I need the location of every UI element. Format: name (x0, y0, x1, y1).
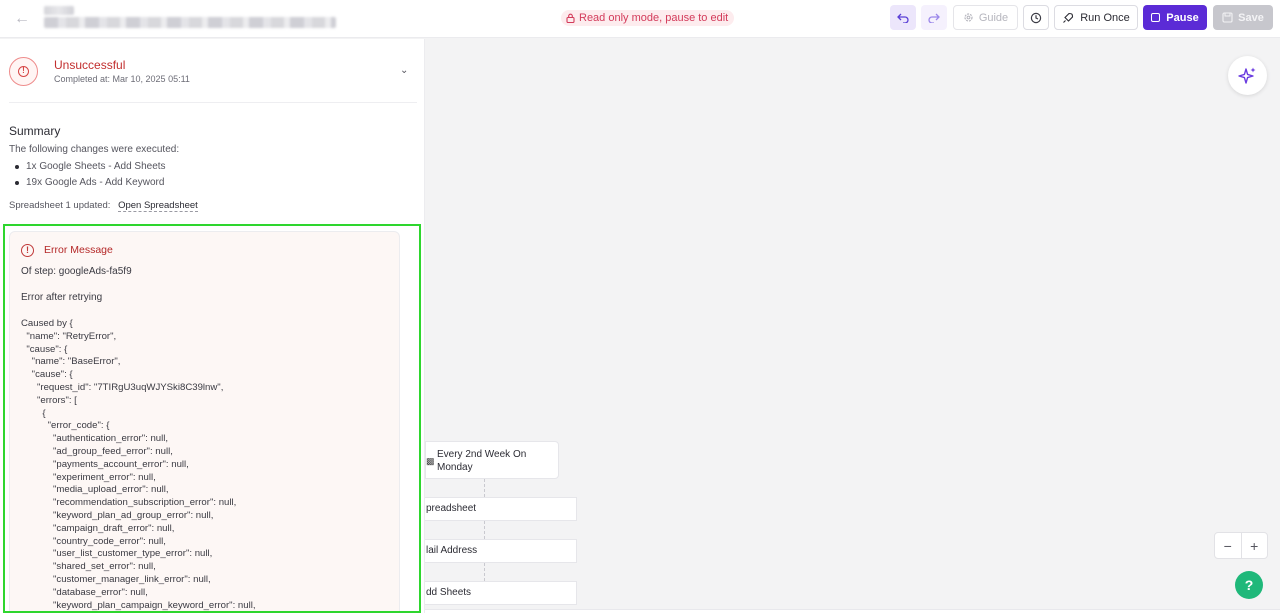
node-label: Every 2nd Week On Monday (437, 449, 527, 473)
undo-button[interactable] (890, 5, 916, 30)
workflow-node-trigger[interactable]: ▩ Every 2nd Week On Monday (425, 441, 559, 479)
spreadsheet-line: Spreadsheet 1 updated: Open Spreadsheet (9, 200, 198, 212)
summary-intro: The following changes were executed: (9, 144, 180, 155)
pause-button[interactable]: Pause (1143, 5, 1207, 30)
zoom-controls: − + (1214, 532, 1268, 559)
save-icon (1222, 12, 1233, 23)
alert-circle-icon: ! (18, 66, 29, 77)
summary-title: Summary (9, 124, 61, 138)
workflow-node[interactable]: preadsheet (425, 497, 577, 521)
alert-circle-icon: ! (21, 244, 34, 257)
guide-label: Guide (978, 11, 1009, 24)
status-icon: ! (9, 57, 38, 86)
run-once-button[interactable]: Run Once (1054, 5, 1138, 30)
ai-assistant-button[interactable] (1228, 56, 1267, 95)
chevron-down-icon[interactable]: ⌄ (400, 65, 408, 76)
gear-icon (964, 13, 973, 22)
blurred-breadcrumb (44, 6, 74, 15)
completed-at: Completed at: Mar 10, 2025 05:11 (54, 74, 190, 84)
divider (9, 102, 417, 103)
lock-icon (566, 13, 575, 23)
run-once-label: Run Once (1080, 11, 1130, 24)
save-button[interactable]: Save (1213, 5, 1273, 30)
status-title: Unsuccessful (54, 58, 126, 72)
sparkles-icon (1237, 67, 1255, 84)
redo-icon (928, 13, 940, 23)
readonly-label: Read only mode, pause to edit (579, 12, 729, 24)
calendar-icon: ▩ (426, 456, 435, 466)
zoom-out-button[interactable]: − (1215, 533, 1242, 558)
history-icon (1030, 12, 1042, 23)
top-bar: ← Read only mode, pause to edit Guide Ru… (0, 0, 1280, 38)
error-details: Caused by { "name": "RetryError", "cause… (21, 318, 256, 611)
workflow-node[interactable]: dd Sheets (425, 581, 577, 605)
error-step: Of step: googleAds-fa5f9 (21, 266, 132, 277)
connector (484, 521, 485, 539)
pause-label: Pause (1166, 11, 1199, 24)
rocket-icon (1063, 12, 1074, 23)
stop-icon (1151, 13, 1161, 22)
node-label: dd Sheets (426, 587, 472, 598)
error-message-box: ! Error Message Of step: googleAds-fa5f9… (9, 231, 400, 613)
list-item: 1x Google Sheets - Add Sheets (15, 159, 166, 175)
redo-button[interactable] (921, 5, 947, 30)
run-details-panel: ! Unsuccessful Completed at: Mar 10, 202… (0, 39, 425, 613)
history-button[interactable] (1023, 5, 1049, 30)
readonly-badge: Read only mode, pause to edit (561, 10, 735, 26)
list-item: 19x Google Ads - Add Keyword (15, 175, 166, 191)
canvas-bottom-strip (425, 609, 1280, 613)
arrow-left-icon[interactable]: ← (12, 9, 32, 29)
connector (484, 563, 485, 581)
guide-button[interactable]: Guide (953, 5, 1018, 30)
workflow-node[interactable]: lail Address (425, 539, 577, 563)
node-label: preadsheet (426, 503, 477, 514)
save-label: Save (1238, 11, 1264, 24)
error-title: Error Message (44, 244, 113, 256)
undo-icon (897, 13, 909, 23)
spreadsheet-label: Spreadsheet 1 updated: (9, 200, 111, 211)
node-label: lail Address (426, 545, 478, 556)
help-button[interactable]: ? (1235, 571, 1263, 599)
zoom-in-button[interactable]: + (1242, 533, 1268, 558)
summary-list: 1x Google Sheets - Add Sheets 19x Google… (15, 159, 166, 191)
connector (484, 479, 485, 497)
error-retry: Error after retrying (21, 292, 103, 303)
open-spreadsheet-link[interactable]: Open Spreadsheet (118, 200, 198, 212)
blurred-workflow-title (44, 17, 336, 28)
